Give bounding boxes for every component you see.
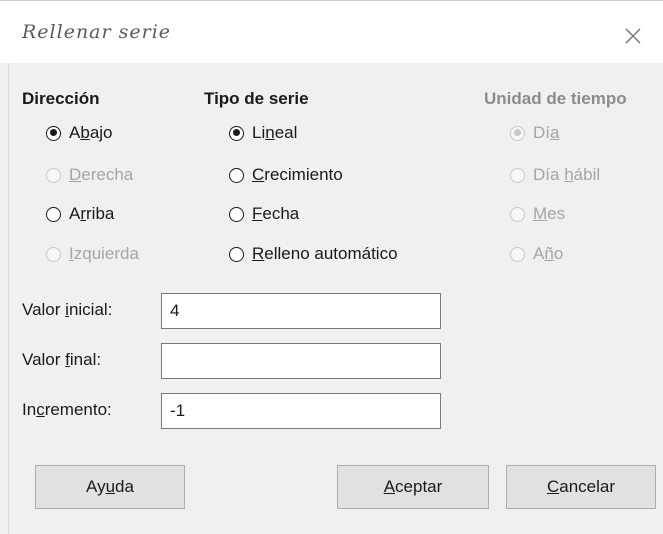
radio-autofill-label: Relleno automático [252, 244, 398, 263]
radio-autofill-indicator [229, 246, 244, 262]
radio-left-label: Izquierda [69, 244, 139, 263]
end-value-input[interactable] [161, 343, 441, 379]
radio-linear-indicator [229, 125, 244, 141]
radio-down-label: Abajo [69, 123, 113, 142]
start-value-label: Valor inicial: [22, 300, 113, 319]
close-button[interactable] [620, 23, 646, 49]
radio-date-label: Fecha [252, 204, 300, 223]
radio-year: Año [510, 242, 563, 266]
dialog-content: Dirección Abajo Derecha Arriba Izquierda… [0, 63, 663, 534]
radio-year-label: Año [533, 244, 564, 263]
radio-left: Izquierda [46, 242, 139, 266]
help-button[interactable]: Ay u da [35, 465, 185, 509]
radio-down-indicator [46, 125, 61, 141]
increment-label: Incremento: [22, 400, 112, 419]
radio-weekday-label: Día hábil [533, 165, 601, 184]
series-type-group-title: Tipo de serie [204, 89, 309, 108]
dialog-title: Rellenar serie [22, 21, 172, 43]
close-icon [625, 28, 641, 44]
radio-right-label: Derecha [69, 165, 134, 184]
radio-day: Día [510, 121, 559, 145]
radio-linear[interactable]: Lineal [229, 121, 297, 145]
radio-autofill[interactable]: Relleno automático [229, 242, 398, 266]
radio-year-indicator [510, 246, 525, 262]
increment-input[interactable]: -1 [161, 393, 441, 429]
radio-up-label: Arriba [69, 204, 115, 223]
end-value-label: Valor final: [22, 350, 102, 369]
radio-date-indicator [229, 206, 244, 222]
radio-right: Derecha [46, 163, 133, 187]
cancel-button[interactable]: Cancelar [506, 465, 656, 509]
dialog-left-border [8, 63, 9, 534]
radio-growth[interactable]: Crecimiento [229, 163, 343, 187]
start-value-input[interactable]: 4 [161, 293, 441, 329]
radio-growth-label: Crecimiento [252, 165, 343, 184]
direction-group-title: Dirección [22, 89, 100, 108]
radio-month-indicator [510, 206, 525, 222]
radio-weekday: Día hábil [510, 163, 600, 187]
radio-date[interactable]: Fecha [229, 202, 299, 226]
ok-button[interactable]: Aceptar [337, 465, 489, 509]
radio-month-label: Mes [533, 204, 566, 223]
radio-day-indicator [510, 125, 525, 141]
radio-linear-label: Lineal [252, 123, 298, 142]
radio-right-indicator [46, 167, 61, 183]
radio-month: Mes [510, 202, 565, 226]
radio-weekday-indicator [510, 167, 525, 183]
time-unit-group-title: Unidad de tiempo [484, 89, 627, 108]
radio-left-indicator [46, 246, 61, 262]
radio-down[interactable]: Abajo [46, 121, 113, 145]
radio-up-indicator [46, 206, 61, 222]
radio-day-label: Día [533, 123, 560, 142]
radio-growth-indicator [229, 167, 244, 183]
radio-up[interactable]: Arriba [46, 202, 114, 226]
dialog-titlebar: Rellenar serie [0, 0, 663, 63]
